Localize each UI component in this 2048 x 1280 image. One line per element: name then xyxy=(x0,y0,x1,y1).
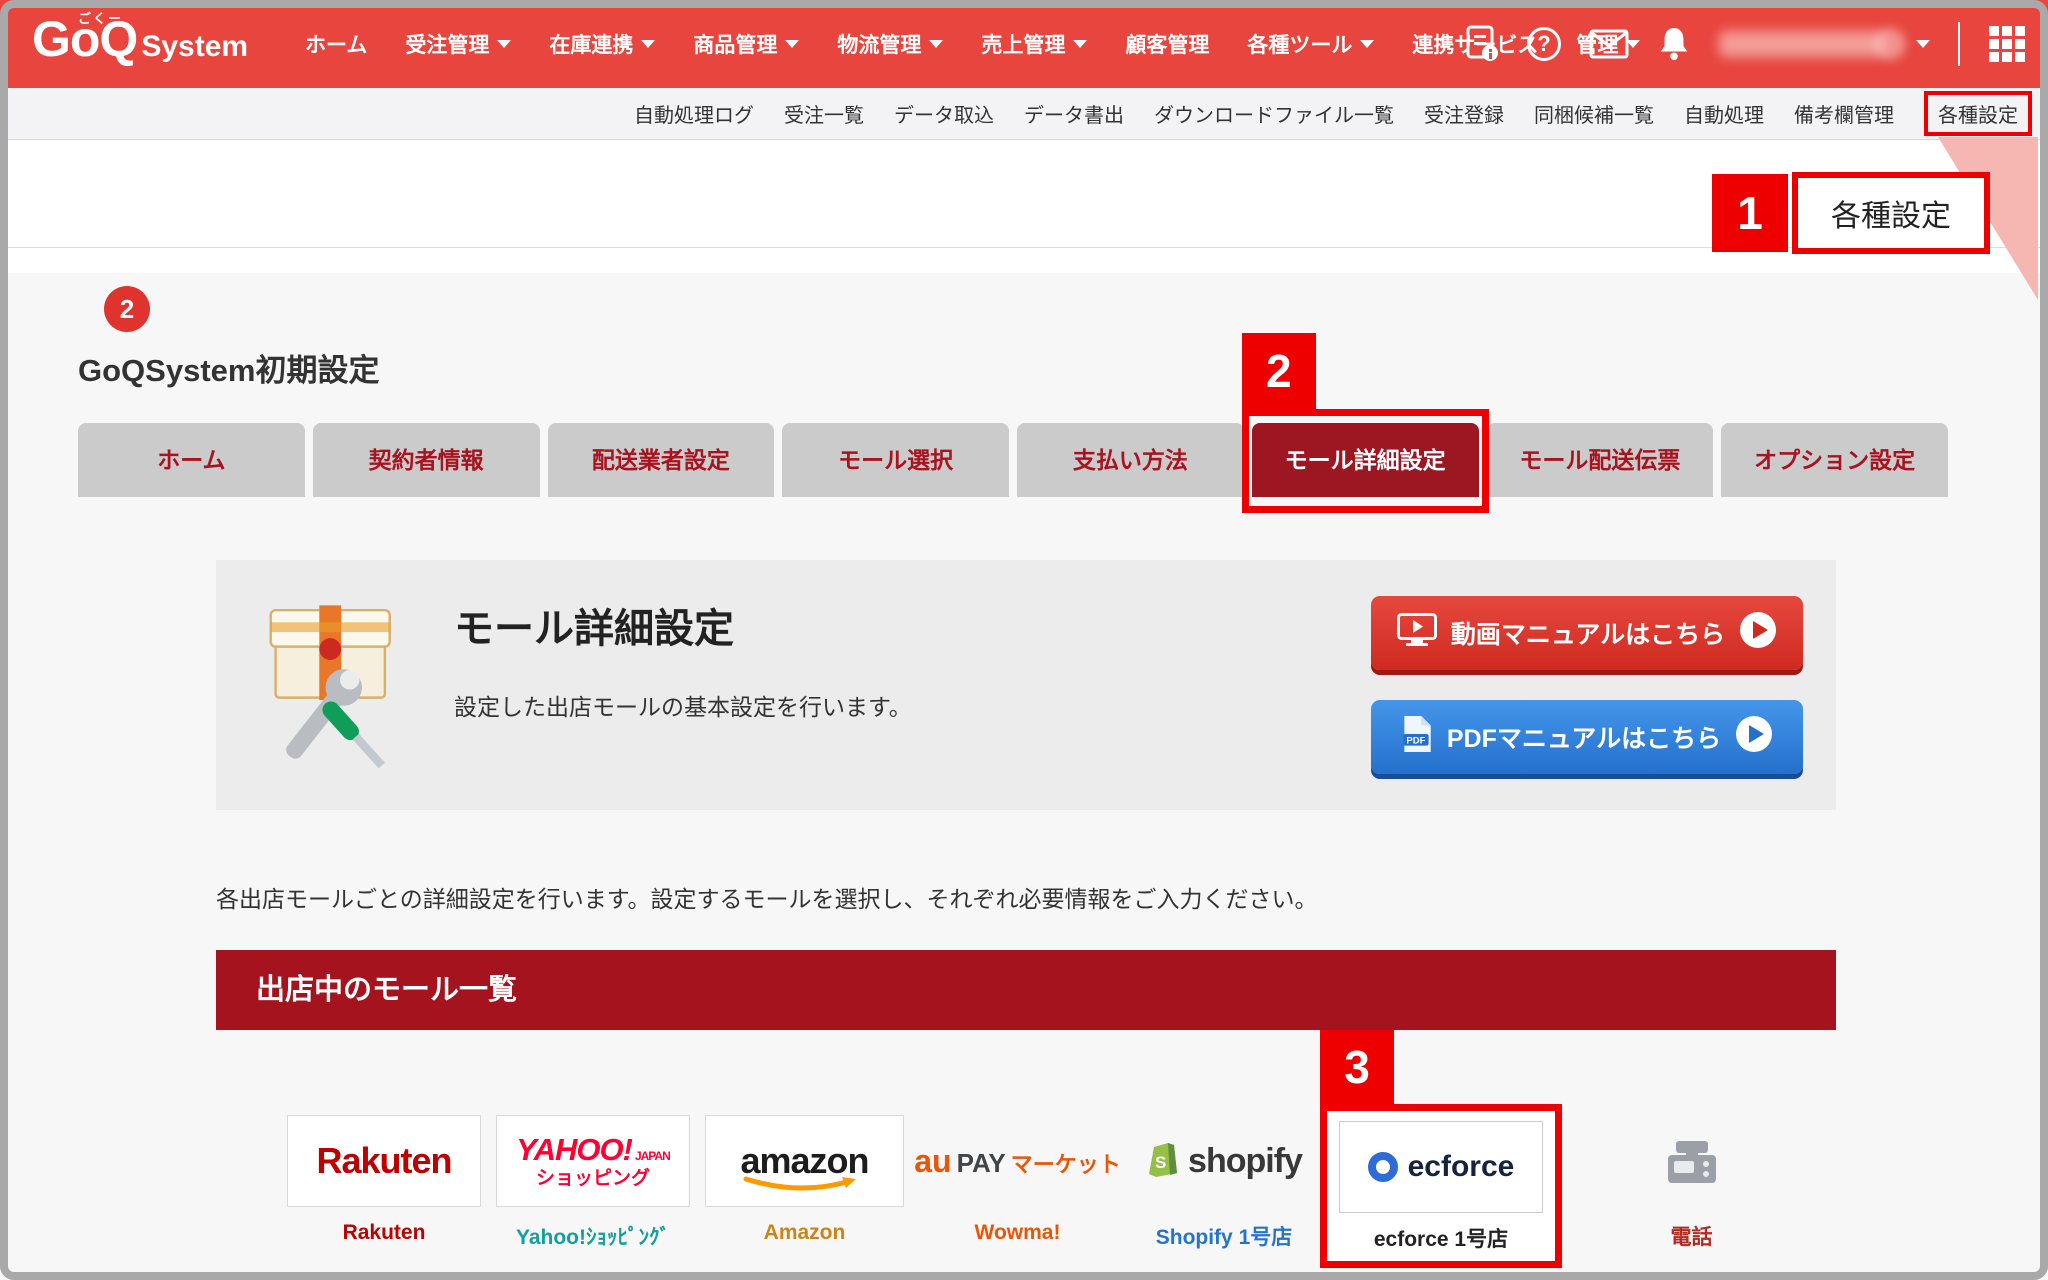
chevron-down-icon xyxy=(1073,40,1088,48)
tab-mall-detail-settings[interactable]: モール詳細設定 2 xyxy=(1241,333,1489,513)
header-actions: ? xyxy=(1465,0,2026,88)
mall-detail-banner: モール詳細設定 設定した出店モールの基本設定を行います。 動画マニュアルはこちら… xyxy=(216,560,1836,810)
nav-product[interactable]: 商品管理 xyxy=(693,29,800,59)
new-orders-count-badge: 2 xyxy=(104,286,150,332)
mall-ecforce[interactable]: 3 ecforce ecforce 1号店 xyxy=(1320,1030,1562,1268)
mall-phone[interactable]: 電話 xyxy=(1628,1115,1755,1251)
callout-1-number: 1 xyxy=(1712,174,1788,252)
subnav-auto-process[interactable]: 自動処理 xyxy=(1684,99,1764,128)
yahoo-logo: YAHOO! JAPAN ショッピング xyxy=(496,1115,690,1207)
video-manual-button[interactable]: 動画マニュアルはこちら xyxy=(1371,596,1803,670)
callout-3-number: 3 xyxy=(1320,1030,1394,1104)
ecforce-logo: ecforce xyxy=(1339,1121,1543,1213)
goq-logo[interactable]: ごくー GoQ System xyxy=(32,10,248,68)
chevron-down-icon xyxy=(785,40,800,48)
malls-instruction: 各出店モールごとの詳細設定を行います。設定するモールを選択し、それぞれ必要情報を… xyxy=(216,886,1318,912)
main-nav: ホーム 受注管理 在庫連携 商品管理 物流管理 売上管理 顧客管理 各種ツール … xyxy=(305,0,1641,88)
tab-option-settings[interactable]: オプション設定 xyxy=(1721,423,1948,497)
tab-home[interactable]: ホーム xyxy=(78,423,305,497)
mall-shopify[interactable]: S shopify Shopify 1号店 xyxy=(1130,1115,1318,1251)
top-header: ごくー GoQ System ホーム 受注管理 在庫連携 商品管理 物流管理 売上管… xyxy=(0,0,2048,88)
mall-yahoo-shopping[interactable]: YAHOO! JAPAN ショッピング Yahoo!ｼｮｯﾋﾟﾝｸﾞ xyxy=(496,1115,690,1251)
nav-inventory[interactable]: 在庫連携 xyxy=(549,29,656,59)
subnav-download-files[interactable]: ダウンロードファイル一覧 xyxy=(1154,99,1394,128)
subnav-auto-process-log[interactable]: 自動処理ログ xyxy=(634,99,754,128)
chevron-down-icon xyxy=(497,40,512,48)
mall-rakuten[interactable]: Rakuten Rakuten xyxy=(287,1115,481,1245)
app-window: ごくー GoQ System ホーム 受注管理 在庫連携 商品管理 物流管理 売上管… xyxy=(0,0,2048,1280)
callout-2-number: 2 xyxy=(1241,333,1316,409)
manual-document-icon[interactable] xyxy=(1465,25,1499,63)
banner-title: モール詳細設定 xyxy=(454,607,734,651)
tab-payment-method[interactable]: 支払い方法 xyxy=(1017,423,1244,497)
logo-ruby: ごくー xyxy=(78,11,124,26)
chevron-down-icon xyxy=(641,40,656,48)
mall-label: Amazon xyxy=(763,1221,846,1244)
banner-description: 設定した出店モールの基本設定を行います。 xyxy=(454,694,912,720)
shopify-bag-icon: S xyxy=(1146,1139,1180,1184)
pdf-manual-button[interactable]: PDF PDFマニュアルはこちら xyxy=(1371,700,1803,774)
chevron-down-icon xyxy=(929,40,944,48)
logo-sub: System xyxy=(141,30,249,63)
mall-label: Shopify 1号店 xyxy=(1155,1226,1293,1249)
nav-sales[interactable]: 売上管理 xyxy=(981,29,1088,59)
toolbox-illustration-icon xyxy=(244,588,414,788)
app-grid-icon[interactable] xyxy=(1988,25,2026,63)
subnav-bundle-candidates[interactable]: 同梱候補一覧 xyxy=(1534,99,1654,128)
phone-icon xyxy=(1628,1115,1755,1207)
pdf-file-icon: PDF xyxy=(1401,715,1433,760)
subnav-data-export[interactable]: データ書出 xyxy=(1024,99,1124,128)
notification-bell-icon[interactable] xyxy=(1657,25,1691,63)
divider xyxy=(1958,22,1960,66)
tab-carrier-settings[interactable]: 配送業者設定 xyxy=(547,423,775,497)
rakuten-logo: Rakuten xyxy=(287,1115,481,1207)
chevron-down-icon xyxy=(1916,40,1930,48)
mall-label: Wowma! xyxy=(974,1221,1061,1244)
tab-mall-select[interactable]: モール選択 xyxy=(782,423,1009,497)
mall-label: Rakuten xyxy=(342,1221,426,1244)
mall-label: ecforce 1号店 xyxy=(1373,1228,1509,1251)
mall-label: Yahoo!ｼｮｯﾋﾟﾝｸﾞ xyxy=(515,1226,670,1249)
avatar xyxy=(1874,28,1906,60)
settings-tabs: ホーム 契約者情報 配送業者設定 モール選択 支払い方法 モール詳細設定 2 モ… xyxy=(78,333,1948,513)
subnav-settings[interactable]: 各種設定 xyxy=(1924,91,2032,136)
nav-order-management[interactable]: 受注管理 xyxy=(405,29,512,59)
page-title: GoQSystem初期設定 xyxy=(78,353,380,388)
mail-icon[interactable] xyxy=(1589,29,1629,59)
svg-text:S: S xyxy=(1155,1153,1166,1172)
ecforce-ring-icon xyxy=(1367,1152,1398,1182)
subnav-order-list[interactable]: 受注一覧 xyxy=(784,99,864,128)
nav-customer[interactable]: 顧客管理 xyxy=(1125,29,1209,59)
mall-wowma[interactable]: au PAY マーケット Wowma! xyxy=(914,1115,1121,1245)
amazon-smile-icon xyxy=(742,1176,862,1197)
play-icon xyxy=(1739,611,1777,656)
au-pay-market-logo: au PAY マーケット xyxy=(914,1142,1121,1179)
malls-section-header: 出店中のモール一覧 xyxy=(216,950,1836,1030)
subnav-order-register[interactable]: 受注登録 xyxy=(1424,99,1504,128)
mall-amazon[interactable]: amazon Amazon xyxy=(705,1115,904,1245)
callout-1-settings-box: 各種設定 xyxy=(1792,172,1990,254)
mall-label: 電話 xyxy=(1670,1226,1713,1249)
user-account-menu[interactable] xyxy=(1719,28,1930,60)
chevron-down-icon xyxy=(1360,40,1375,48)
sub-nav: 自動処理ログ 受注一覧 データ取込 データ書出 ダウンロードファイル一覧 受注登… xyxy=(0,88,2048,140)
play-icon xyxy=(1735,715,1773,760)
nav-logistics[interactable]: 物流管理 xyxy=(837,29,944,59)
subnav-remarks-management[interactable]: 備考欄管理 xyxy=(1794,99,1894,128)
user-name-blurred xyxy=(1719,31,1884,57)
nav-tools[interactable]: 各種ツール xyxy=(1247,29,1375,59)
shopify-logo: S shopify xyxy=(1130,1115,1318,1207)
monitor-icon xyxy=(1396,612,1437,654)
tab-contractor-info[interactable]: 契約者情報 xyxy=(312,423,540,497)
tab-mall-shipping-slip[interactable]: モール配送伝票 xyxy=(1486,423,1714,497)
amazon-logo: amazon xyxy=(705,1115,904,1207)
svg-text:PDF: PDF xyxy=(1406,735,1425,746)
subnav-data-import[interactable]: データ取込 xyxy=(894,99,994,128)
nav-home[interactable]: ホーム xyxy=(305,29,367,59)
help-icon[interactable]: ? xyxy=(1527,27,1561,61)
